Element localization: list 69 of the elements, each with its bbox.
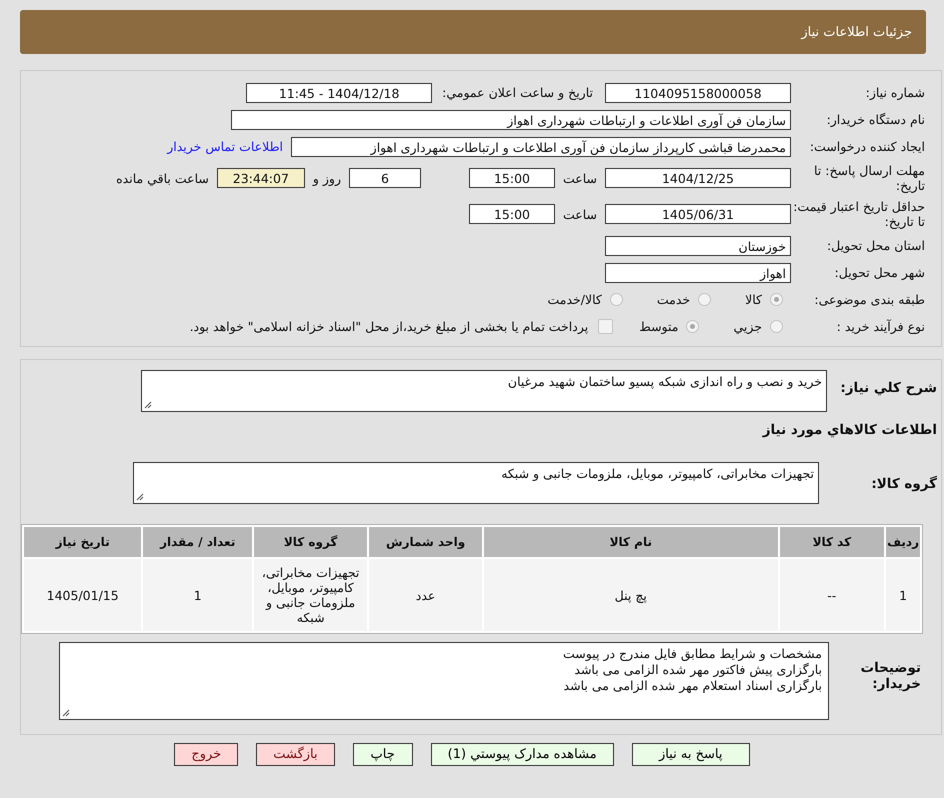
action-button[interactable]: بازگشت — [256, 743, 335, 766]
column-header: کد کالا — [780, 527, 884, 557]
action-button[interactable]: پاسخ به نیاز — [632, 743, 750, 766]
days-field[interactable]: 6 — [348, 168, 421, 188]
remaining-time-field: 23:44:07 — [216, 168, 305, 188]
table-cell: 1 — [886, 559, 920, 631]
validity-time-field[interactable]: 15:00 — [468, 204, 555, 224]
field-label: نام دستگاه خریدار: — [826, 112, 926, 127]
column-header: تاریخ نیاز — [24, 527, 142, 557]
resize-grip-icon[interactable] — [62, 709, 70, 717]
goods-group-field[interactable]: تجهیزات مخابراتی، کامپیوتر، موبایل، ملزومات جانبی و شبکه — [133, 462, 819, 504]
field-label: استان محل تحویل: — [826, 238, 926, 253]
requester-field[interactable]: محمدرضا قباشی کارپرداز سازمان فن آوری اطلاعات و ارتباطات شهرداری اهواز — [291, 136, 791, 156]
field-label: ساعت — [562, 206, 597, 222]
field-label: طبقه بندی موضوعی: — [813, 292, 926, 307]
action-button[interactable]: چاپ — [352, 743, 413, 766]
field-label: ساعت — [562, 170, 597, 186]
radio-button[interactable] — [770, 293, 783, 306]
column-header: گروه کالا — [254, 527, 368, 557]
city-field[interactable]: اهواز — [605, 262, 791, 282]
section-heading: اطلاعات کالاهاي مورد نیاز — [761, 421, 938, 440]
page-title: جزئیات اطلاعات نیاز — [801, 24, 912, 40]
table-cell: تجهیزات مخابراتی، کامپیوتر، موبایل، ملزومات جانبی و شبکه — [254, 559, 368, 631]
radio-button[interactable] — [610, 293, 623, 306]
buyer-org-field[interactable]: سازمان فن آوری اطلاعات و ارتباطات شهرداری اهواز — [231, 110, 791, 130]
field-label: شهر محل تحویل: — [834, 265, 926, 280]
need-number-field[interactable]: 1104095158000058 — [605, 82, 791, 102]
radio-button[interactable] — [686, 320, 700, 333]
radio-label: متوسط — [639, 319, 678, 334]
field-label: مهلت ارسال پاسخ: تا تاریخ: — [813, 163, 926, 193]
province-field[interactable]: خوزستان — [605, 236, 791, 256]
field-label: تاريخ و ساعت اعلان عمومي: — [442, 85, 593, 100]
table-cell: 1405/01/15 — [24, 559, 142, 631]
action-button[interactable]: مشاهده مدارک پیوستي (1) — [430, 743, 614, 766]
table-cell: عدد — [369, 559, 482, 631]
column-header: نام کالا — [484, 527, 778, 557]
column-header: ردیف — [886, 527, 920, 557]
field-label: حداقل تاریخ اعتبار قیمت: تا تاریخ: — [792, 199, 926, 229]
radio-button[interactable] — [698, 293, 712, 306]
resize-grip-icon[interactable] — [136, 493, 144, 501]
field-label: روز و — [312, 170, 341, 186]
description-field[interactable]: خرید و نصب و راه اندازی شبکه پسیو ساختمان شهید مرغیان — [141, 370, 827, 412]
buyer-notes-field[interactable]: مشخصات و شرایط مطابق فایل مندرج در پیوست بارگزاری پیش فاکتور مهر شده الزامی می باشد بارگزاری اسناد استعلام مهر شده الزامی می باشد — [59, 642, 829, 720]
checkbox[interactable] — [598, 319, 614, 334]
field-label: شرح کلي نیاز: — [839, 379, 938, 396]
column-header: تعداد / مقدار — [143, 527, 252, 557]
deadline-time-field[interactable]: 15:00 — [468, 168, 555, 188]
field-label: شماره نیاز: — [864, 85, 926, 100]
radio-label: کالا/خدمت — [547, 292, 602, 307]
field-label: نوع فرآیند خرید : — [836, 319, 926, 334]
radio-label: کالا — [745, 292, 762, 307]
radio-label: خدمت — [656, 292, 690, 307]
table-cell: -- — [780, 559, 884, 631]
radio-button[interactable] — [770, 320, 783, 333]
table-cell: پچ پنل — [484, 559, 778, 631]
field-label: ایجاد کننده درخواست: — [808, 139, 926, 154]
validity-date-field[interactable]: 1405/06/31 — [605, 204, 791, 224]
radio-label: جزيي — [733, 319, 762, 334]
deadline-date-field[interactable]: 1404/12/25 — [605, 168, 791, 188]
announce-date-field[interactable]: 1404/12/18 - 11:45 — [246, 82, 432, 102]
field-label: توضیحات خریدار: — [860, 659, 922, 692]
column-header: واحد شمارش — [369, 527, 482, 557]
action-button[interactable]: خروج — [174, 743, 238, 766]
buyer-contact-link[interactable]: اطلاعات تماس خریدار — [167, 139, 283, 154]
table-cell: 1 — [143, 559, 252, 631]
resize-grip-icon[interactable] — [144, 401, 152, 409]
field-label: ساعت باقي مانده — [116, 170, 209, 186]
checkbox-label: پرداخت تمام یا بخشی از مبلغ خرید،از محل "اسناد خزانه اسلامی" خواهد بود. — [190, 319, 588, 334]
field-label: گروه کالا: — [870, 474, 938, 492]
